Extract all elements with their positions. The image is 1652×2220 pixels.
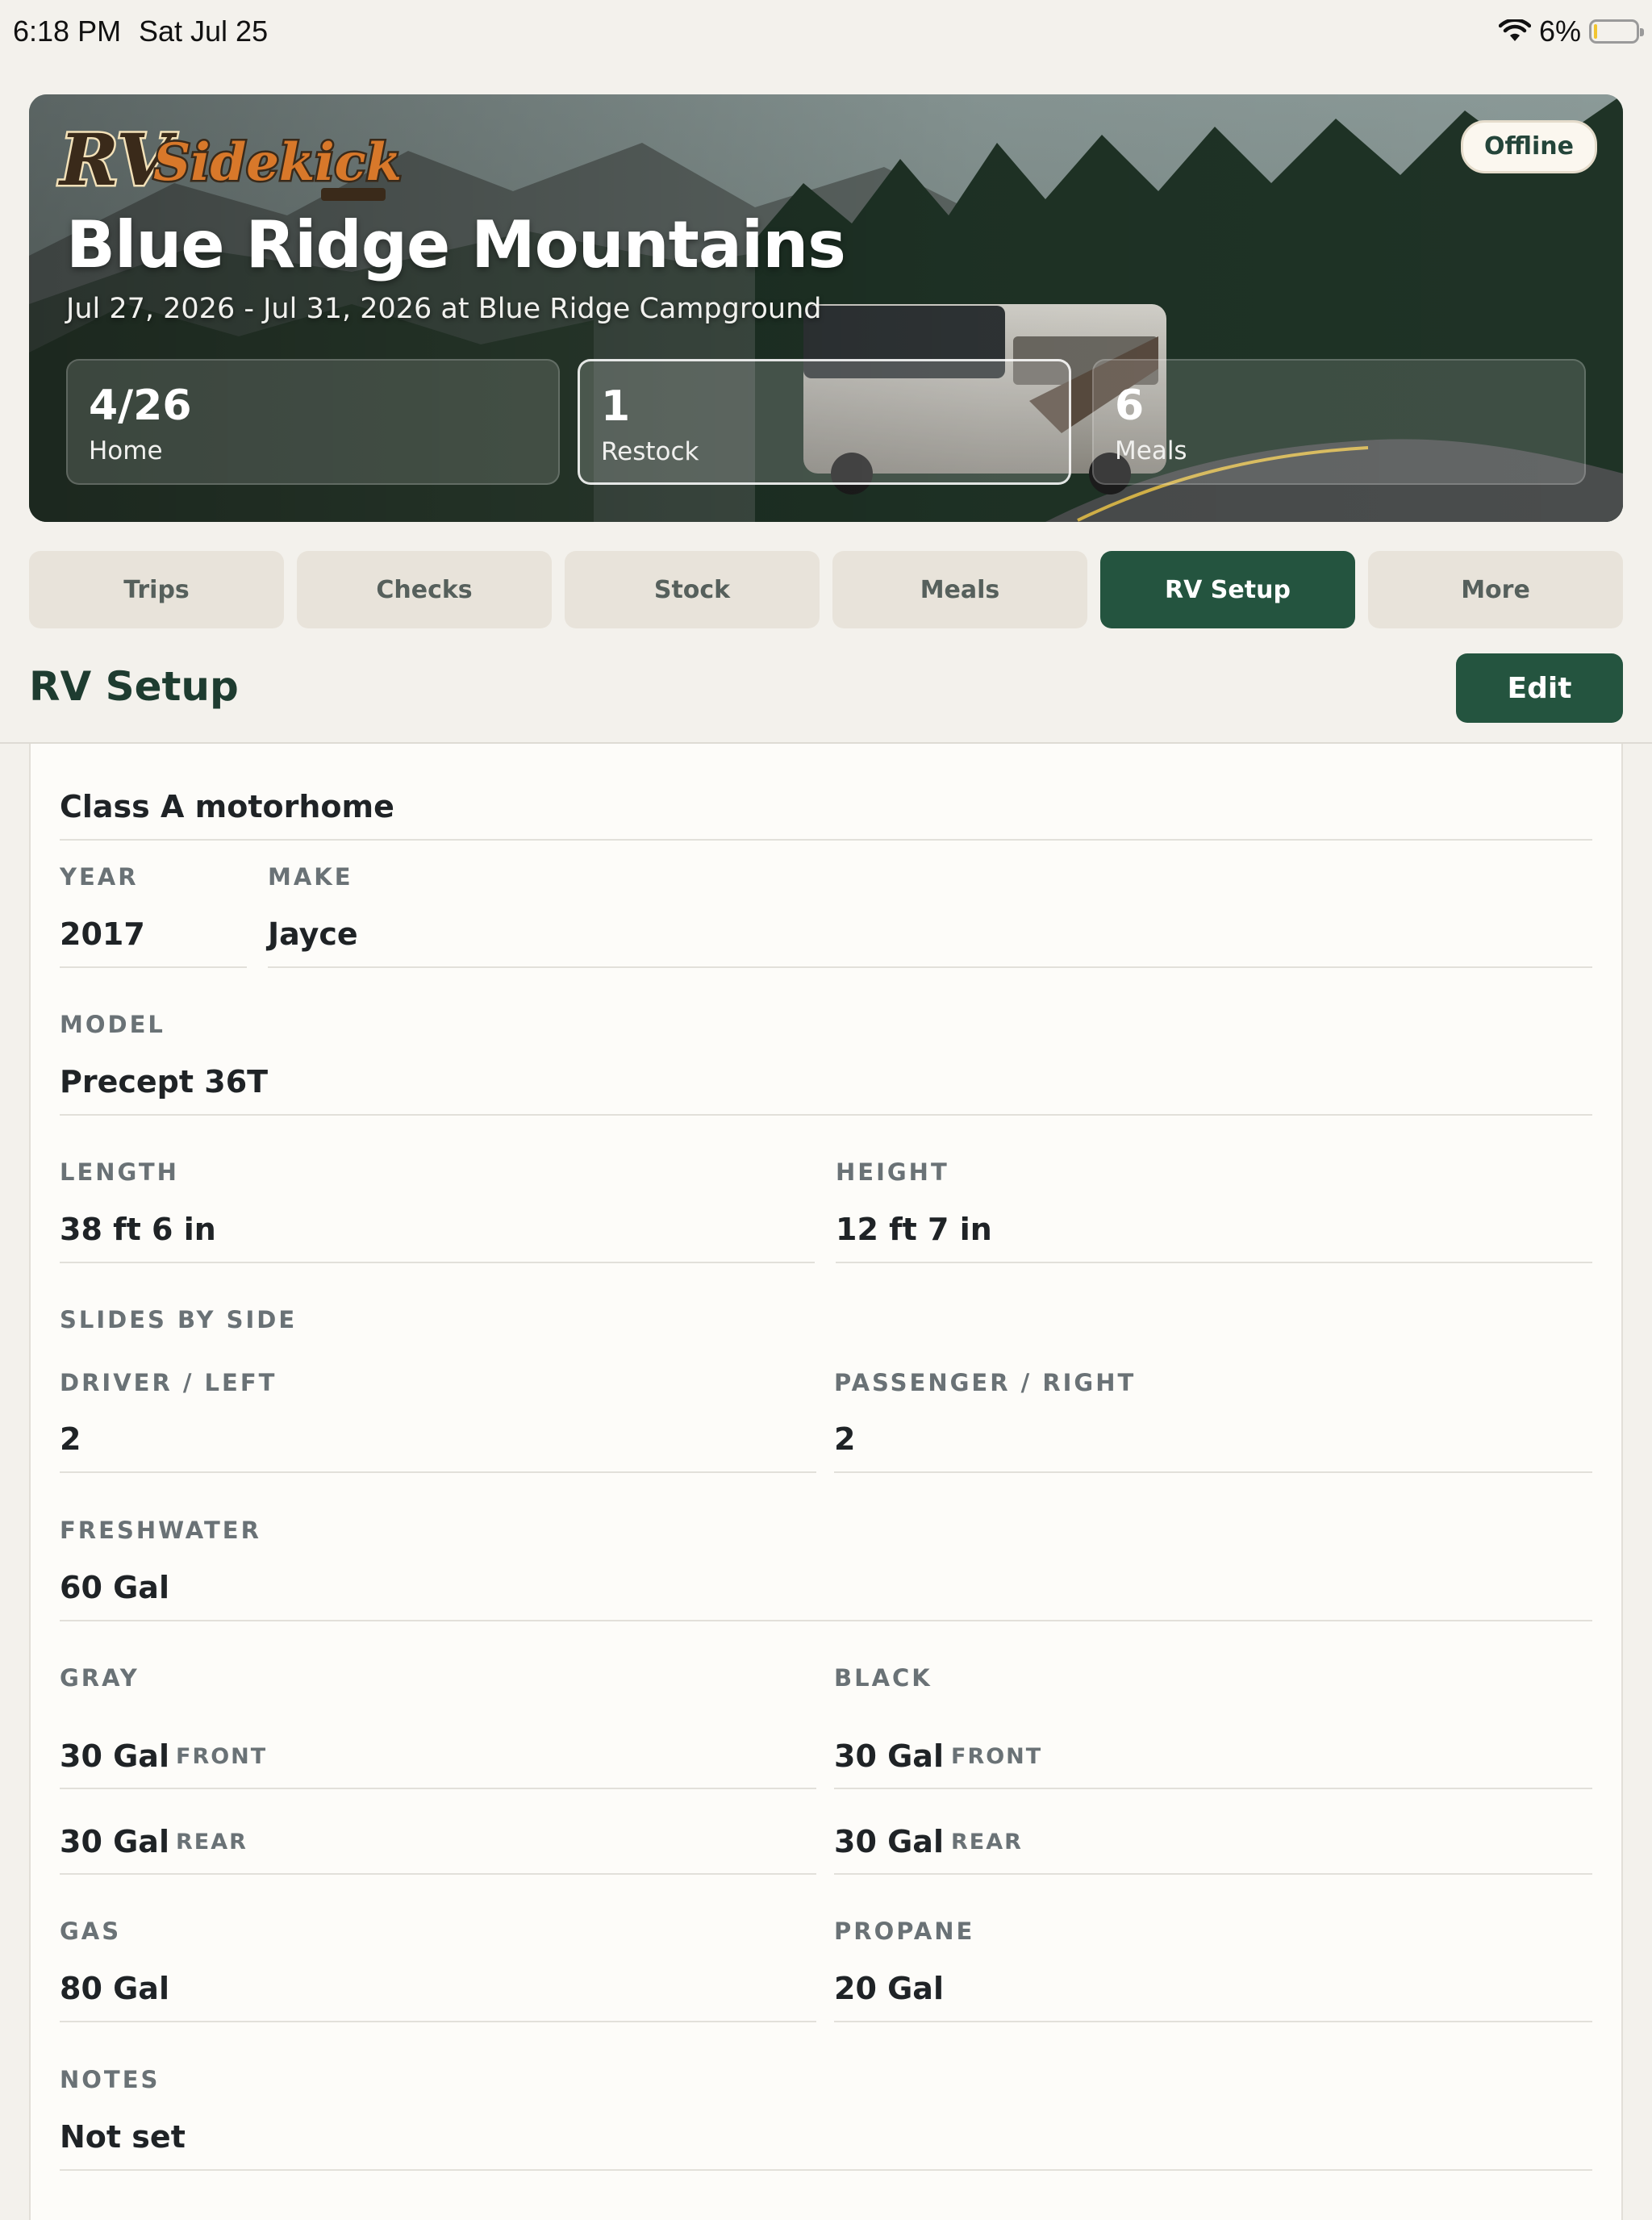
height-label: HEIGHT: [836, 1158, 949, 1186]
stat-home-label: Home: [89, 436, 163, 465]
stat-home-value: 4/26: [89, 382, 192, 430]
tab-meals[interactable]: Meals: [832, 551, 1087, 628]
driver-label: DRIVER / LEFT: [60, 1369, 277, 1396]
gray-front-value: 30 Gal: [60, 1738, 169, 1774]
model-label: MODEL: [60, 1011, 165, 1038]
year-label: YEAR: [60, 863, 139, 891]
tab-rv-setup[interactable]: RV Setup: [1100, 551, 1355, 628]
freshwater-label: FRESHWATER: [60, 1517, 261, 1544]
length-label: LENGTH: [60, 1158, 179, 1186]
gray-rear-tag: REAR: [176, 1830, 248, 1855]
height-value: 12 ft 7 in: [836, 1212, 992, 1247]
slides-label: SLIDES BY SIDE: [60, 1306, 298, 1333]
trip-hero: RV Sidekick Offline Blue Ridge Mountains…: [29, 94, 1623, 522]
make-label: MAKE: [268, 863, 353, 891]
status-time: 6:18 PM: [13, 15, 122, 48]
stat-home[interactable]: 4/26 Home: [66, 359, 560, 485]
black-front-tag: FRONT: [951, 1744, 1043, 1769]
freshwater-value: 60 Gal: [60, 1570, 169, 1605]
driver-value: 2: [60, 1421, 81, 1457]
status-date: Sat Jul 25: [139, 15, 269, 48]
black-label: BLACK: [834, 1664, 932, 1692]
gray-rear-value: 30 Gal: [60, 1824, 169, 1859]
stat-meals[interactable]: 6 Meals: [1092, 359, 1586, 485]
status-right: 6%: [1498, 15, 1644, 48]
status-bar: 6:18 PM Sat Jul 25 6%: [0, 0, 1652, 68]
offline-badge: Offline: [1461, 120, 1597, 173]
stat-meals-value: 6: [1115, 382, 1145, 430]
stat-restock-value: 1: [601, 382, 631, 431]
battery-level: [1594, 24, 1597, 39]
battery-icon: [1589, 19, 1644, 44]
tab-checks[interactable]: Checks: [297, 551, 552, 628]
tab-more[interactable]: More: [1368, 551, 1623, 628]
black-rear-value: 30 Gal: [834, 1824, 944, 1859]
wifi-icon: [1498, 19, 1531, 41]
year-value: 2017: [60, 916, 145, 952]
svg-text:Sidekick: Sidekick: [153, 132, 402, 193]
stat-meals-label: Meals: [1115, 436, 1187, 465]
rv-sidekick-logo: RV Sidekick: [56, 116, 403, 204]
length-value: 38 ft 6 in: [60, 1212, 216, 1247]
gray-label: GRAY: [60, 1664, 140, 1692]
rv-setup-card: [29, 744, 1623, 2220]
tab-stock[interactable]: Stock: [565, 551, 820, 628]
notes-value: Not set: [60, 2119, 186, 2155]
battery-percent: 6%: [1538, 15, 1581, 48]
gas-label: GAS: [60, 1917, 122, 1945]
model-value: Precept 36T: [60, 1064, 269, 1100]
passenger-value: 2: [834, 1421, 856, 1457]
black-rear-tag: REAR: [951, 1830, 1023, 1855]
propane-label: PROPANE: [834, 1917, 975, 1945]
stat-restock[interactable]: 1 Restock: [578, 359, 1071, 485]
section-title: RV Setup: [29, 663, 239, 710]
gray-front-tag: FRONT: [176, 1744, 268, 1769]
tab-trips[interactable]: Trips: [29, 551, 284, 628]
trip-title: Blue Ridge Mountains: [66, 207, 846, 282]
notes-label: NOTES: [60, 2066, 161, 2093]
edit-button[interactable]: Edit: [1456, 653, 1623, 723]
stat-restock-label: Restock: [601, 437, 699, 466]
make-value: Jayce: [268, 916, 358, 952]
rv-class: Class A motorhome: [60, 789, 394, 824]
gas-value: 80 Gal: [60, 1971, 169, 2006]
trip-dates: Jul 27, 2026 - Jul 31, 2026 at Blue Ridg…: [66, 293, 822, 325]
propane-value: 20 Gal: [834, 1971, 944, 2006]
passenger-label: PASSENGER / RIGHT: [834, 1369, 1137, 1396]
black-front-value: 30 Gal: [834, 1738, 944, 1774]
